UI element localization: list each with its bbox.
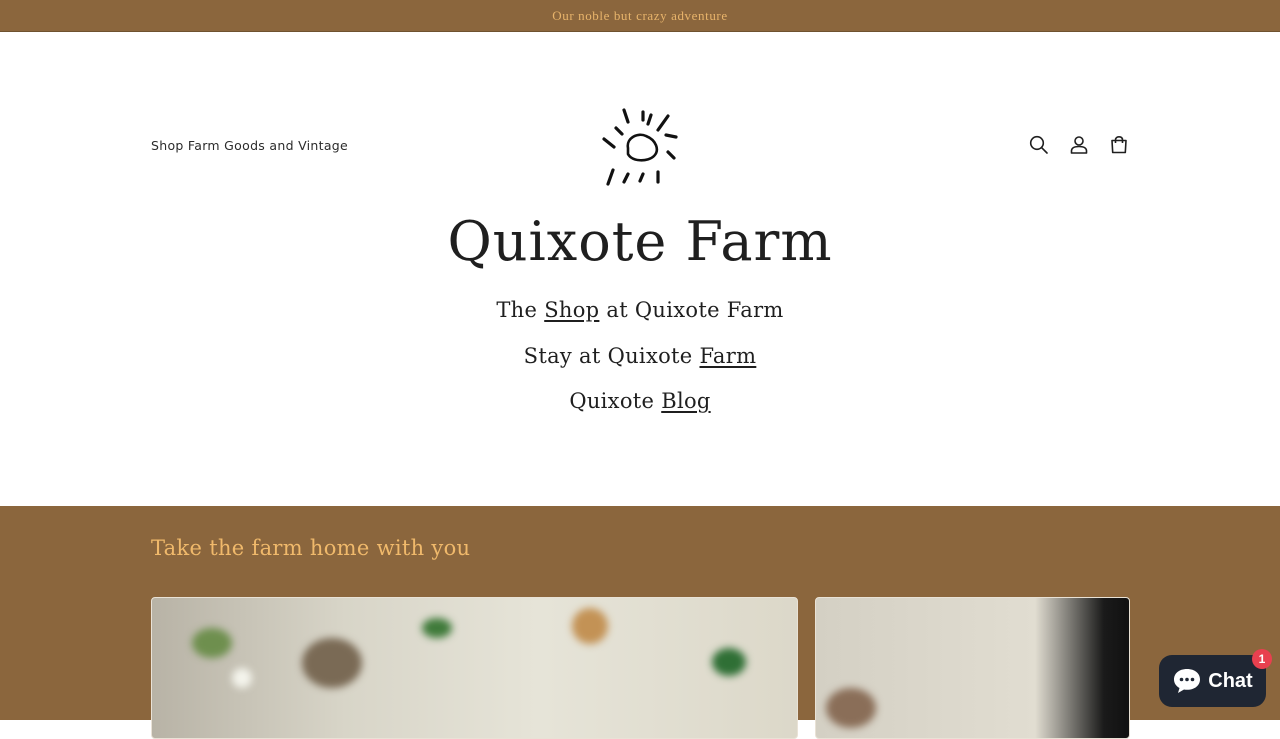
hero-line-stay: Stay at Quixote Farm (0, 344, 1280, 368)
chat-button[interactable]: Chat 1 (1159, 649, 1272, 707)
foliage-blob (192, 628, 232, 658)
hero-line-blog: Quixote Blog (0, 389, 1280, 413)
hero-line-text: at Quixote Farm (599, 298, 784, 322)
featured-card-image[interactable] (151, 597, 798, 739)
announcement-text: Our noble but crazy adventure (552, 7, 728, 23)
shop-link[interactable]: Shop (544, 298, 599, 322)
foliage-blob (712, 648, 746, 676)
hero-line-text: Quixote (569, 389, 662, 413)
header-icons (1028, 134, 1130, 156)
foliage-blob (572, 608, 608, 644)
site-header: Shop Farm Goods and Vintage (0, 32, 1280, 192)
hero-line-text: The (496, 298, 545, 322)
farm-link[interactable]: Farm (699, 344, 756, 368)
search-icon[interactable] (1028, 134, 1050, 156)
foliage-blob (826, 688, 876, 728)
chat-label: Chat (1208, 669, 1253, 692)
announcement-bar: Our noble but crazy adventure (0, 0, 1280, 32)
chat-bubble-icon (1174, 669, 1201, 693)
nav-link-shop[interactable]: Shop Farm Goods and Vintage (151, 138, 348, 153)
hero-line-text: Stay at Quixote (523, 344, 700, 368)
cart-icon[interactable] (1108, 134, 1130, 156)
foliage-blob (232, 668, 252, 688)
featured-section: Take the farm home with you (0, 506, 1280, 739)
blog-link[interactable]: Blog (661, 389, 710, 413)
account-icon[interactable] (1068, 134, 1090, 156)
chat-badge: 1 (1252, 649, 1272, 669)
hero-line-shop: The Shop at Quixote Farm (0, 298, 1280, 322)
foliage-blob (302, 638, 362, 688)
featured-heading: Take the farm home with you (151, 536, 471, 560)
foliage-blob (422, 618, 452, 638)
sun-logo-icon[interactable] (596, 102, 684, 192)
page-title: Quixote Farm (447, 210, 833, 273)
featured-card-image[interactable] (815, 597, 1130, 739)
